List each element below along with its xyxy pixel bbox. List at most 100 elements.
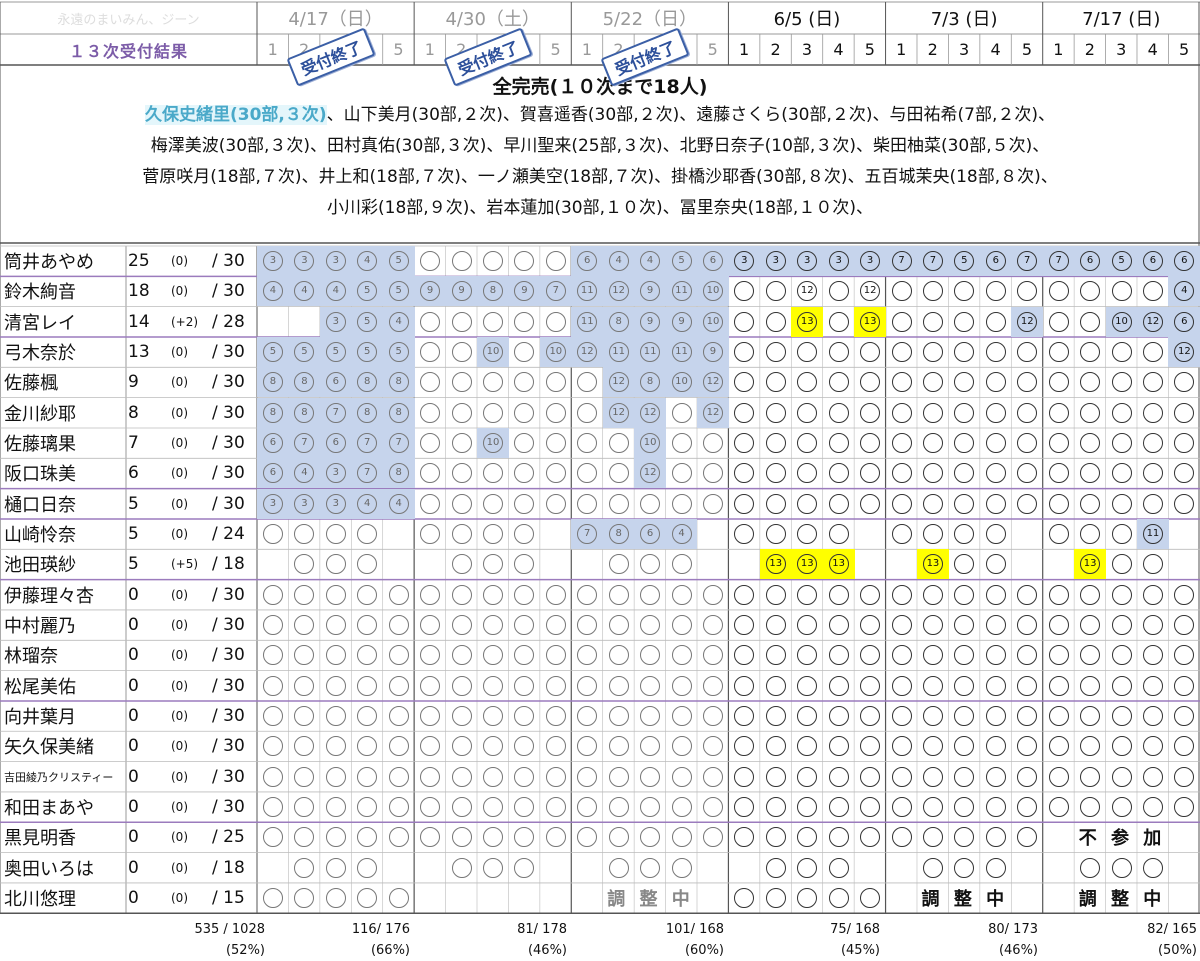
slot-cell[interactable] xyxy=(917,640,949,670)
slot-cell[interactable] xyxy=(854,428,886,458)
slot-cell[interactable]: 8 xyxy=(602,518,635,549)
slot-cell[interactable] xyxy=(760,822,792,852)
slot-cell[interactable] xyxy=(854,731,886,761)
slot-cell[interactable] xyxy=(948,398,980,428)
slot-cell[interactable]: 12 xyxy=(634,397,667,428)
slot-cell[interactable] xyxy=(854,671,886,701)
slot-cell[interactable] xyxy=(948,489,980,519)
slot-cell[interactable] xyxy=(477,246,509,276)
slot-cell[interactable] xyxy=(728,671,760,701)
slot-cell[interactable] xyxy=(823,367,855,397)
slot-cell[interactable] xyxy=(383,580,415,610)
slot-cell[interactable] xyxy=(1137,276,1169,306)
slot-cell[interactable] xyxy=(508,428,540,458)
slot-cell[interactable] xyxy=(666,610,698,640)
slot-cell[interactable] xyxy=(508,489,540,519)
slot-cell[interactable] xyxy=(1168,792,1200,822)
slot-cell[interactable] xyxy=(886,792,918,822)
slot-cell[interactable] xyxy=(603,580,635,610)
slot-cell[interactable] xyxy=(791,610,823,640)
slot-cell[interactable] xyxy=(603,853,635,883)
slot-cell[interactable] xyxy=(1137,367,1169,397)
slot-cell[interactable]: 12 xyxy=(602,367,635,398)
slot-cell[interactable] xyxy=(477,580,509,610)
slot-cell[interactable] xyxy=(540,307,572,337)
slot-cell[interactable] xyxy=(288,701,320,731)
slot-cell[interactable] xyxy=(446,246,478,276)
slot-cell[interactable] xyxy=(697,822,729,852)
slot-cell[interactable] xyxy=(886,519,918,549)
slot-cell[interactable] xyxy=(477,731,509,761)
slot-cell[interactable] xyxy=(351,762,383,792)
slot-cell[interactable] xyxy=(1074,489,1106,519)
slot-cell[interactable] xyxy=(1106,640,1138,670)
slot-cell[interactable]: 7 xyxy=(351,427,384,458)
slot-cell[interactable] xyxy=(257,671,289,701)
slot-cell[interactable] xyxy=(603,792,635,822)
slot-cell[interactable]: 3 xyxy=(822,246,855,276)
slot-cell[interactable] xyxy=(791,883,823,913)
slot-cell[interactable] xyxy=(917,731,949,761)
slot-cell[interactable] xyxy=(477,307,509,337)
slot-cell[interactable] xyxy=(1106,519,1138,549)
slot-cell[interactable] xyxy=(854,640,886,670)
slot-cell[interactable] xyxy=(571,701,603,731)
slot-cell[interactable] xyxy=(603,731,635,761)
slot-cell[interactable] xyxy=(917,762,949,792)
slot-cell[interactable] xyxy=(917,458,949,488)
slot-cell[interactable] xyxy=(1168,458,1200,488)
slot-cell[interactable] xyxy=(351,883,383,913)
slot-cell[interactable] xyxy=(728,489,760,519)
slot-cell[interactable] xyxy=(760,398,792,428)
slot-cell[interactable] xyxy=(791,762,823,792)
slot-cell[interactable] xyxy=(288,640,320,670)
slot-cell[interactable] xyxy=(603,610,635,640)
slot-cell[interactable] xyxy=(508,671,540,701)
slot-cell[interactable] xyxy=(257,610,289,640)
slot-cell[interactable]: 12 xyxy=(602,276,635,307)
slot-cell[interactable] xyxy=(634,701,666,731)
slot-cell[interactable] xyxy=(728,610,760,640)
slot-cell[interactable]: 8 xyxy=(382,367,415,398)
slot-cell[interactable] xyxy=(886,640,918,670)
slot-cell[interactable] xyxy=(948,853,980,883)
slot-cell[interactable]: 3 xyxy=(791,246,824,276)
slot-cell[interactable] xyxy=(508,762,540,792)
slot-cell[interactable] xyxy=(854,367,886,397)
slot-cell[interactable] xyxy=(1106,367,1138,397)
slot-cell[interactable] xyxy=(446,701,478,731)
slot-cell[interactable] xyxy=(1011,580,1043,610)
slot-cell[interactable] xyxy=(823,731,855,761)
slot-cell[interactable] xyxy=(634,792,666,822)
slot-cell[interactable] xyxy=(540,822,572,852)
slot-cell[interactable]: 6 xyxy=(1168,306,1200,337)
slot-cell[interactable] xyxy=(666,762,698,792)
slot-cell[interactable] xyxy=(288,762,320,792)
slot-cell[interactable]: 5 xyxy=(948,246,981,276)
slot-cell[interactable] xyxy=(1011,489,1043,519)
slot-cell[interactable] xyxy=(508,458,540,488)
slot-cell[interactable] xyxy=(728,519,760,549)
slot-cell[interactable]: 11 xyxy=(602,336,635,367)
slot-cell[interactable] xyxy=(571,580,603,610)
slot-cell[interactable]: 8 xyxy=(634,367,667,398)
slot-cell[interactable] xyxy=(854,337,886,367)
slot-cell[interactable] xyxy=(1011,731,1043,761)
slot-cell[interactable] xyxy=(886,398,918,428)
slot-cell[interactable] xyxy=(980,640,1012,670)
slot-cell[interactable] xyxy=(823,428,855,458)
slot-cell[interactable]: 6 xyxy=(319,367,352,398)
slot-cell[interactable] xyxy=(540,458,572,488)
slot-cell[interactable]: 11 xyxy=(571,276,604,307)
slot-cell[interactable] xyxy=(414,489,446,519)
slot-cell[interactable] xyxy=(980,792,1012,822)
slot-cell[interactable] xyxy=(351,853,383,883)
slot-cell[interactable] xyxy=(1106,337,1138,367)
slot-cell[interactable]: 6 xyxy=(979,246,1012,276)
slot-cell[interactable]: 9 xyxy=(665,306,698,337)
slot-cell[interactable]: 3 xyxy=(319,246,352,276)
slot-cell[interactable] xyxy=(666,640,698,670)
slot-cell[interactable] xyxy=(351,792,383,822)
slot-cell[interactable] xyxy=(288,883,320,913)
slot-cell[interactable] xyxy=(917,610,949,640)
